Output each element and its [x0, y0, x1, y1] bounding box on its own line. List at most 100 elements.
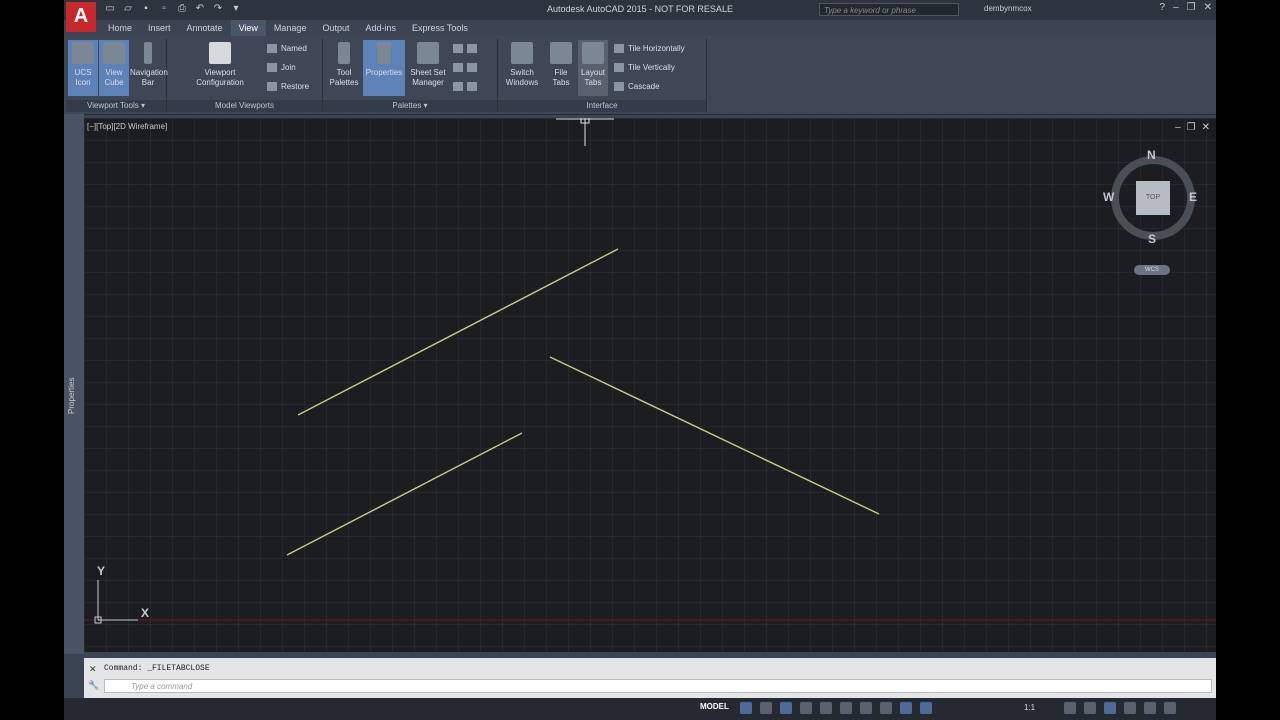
snap-icon[interactable]: [760, 702, 772, 714]
tab-home[interactable]: Home: [100, 20, 140, 36]
model-space-button[interactable]: MODEL: [700, 702, 729, 711]
selection-cycling-icon[interactable]: [900, 702, 912, 714]
lineweight-icon[interactable]: [860, 702, 872, 714]
osnap-icon[interactable]: [820, 702, 832, 714]
ortho-icon[interactable]: [780, 702, 792, 714]
tile-vertically-icon: [614, 63, 624, 73]
help-icon[interactable]: ?: [1160, 2, 1166, 13]
compass-west[interactable]: W: [1103, 190, 1114, 204]
drawing-line-1[interactable]: [297, 248, 619, 416]
status-toggles: [740, 702, 932, 714]
search-input[interactable]: Type a keyword or phrase: [819, 3, 959, 16]
file-tabs-icon: [550, 42, 572, 64]
tab-express-tools[interactable]: Express Tools: [404, 20, 476, 36]
clean-screen-icon[interactable]: [1144, 702, 1156, 714]
customization-menu-icon[interactable]: [1164, 702, 1176, 714]
annotation-visibility-icon[interactable]: [920, 702, 932, 714]
properties-palette-label: Properties: [67, 377, 76, 414]
ucs-icon-button[interactable]: UCS Icon: [68, 40, 98, 96]
annotation-scale[interactable]: 1:1: [1024, 703, 1035, 712]
switch-windows-icon: [511, 42, 533, 64]
layout-tabs-button[interactable]: Layout Tabs: [578, 40, 608, 96]
isolate-objects-icon[interactable]: [1104, 702, 1116, 714]
tile-vertically-button[interactable]: Tile Vertically: [614, 61, 675, 75]
panel-label-model-viewports: Model Viewports: [167, 100, 322, 112]
restore-icon[interactable]: ❐: [1187, 2, 1196, 13]
tab-output[interactable]: Output: [314, 20, 357, 36]
status-bar: MODEL 1:1: [64, 698, 1216, 720]
ucs-y-label: Y: [97, 564, 106, 578]
palette-tool-3[interactable]: [453, 80, 481, 94]
hardware-acceleration-icon[interactable]: [1124, 702, 1136, 714]
navigation-bar-button[interactable]: Navigation Bar: [130, 40, 168, 96]
tab-annotate[interactable]: Annotate: [179, 20, 231, 36]
autocad-window: ▭ ▱ ▪ ▫ ⎙ ↶ ↷ ▾ Autodesk AutoCAD 2015 - …: [64, 0, 1216, 720]
command-history: Command: _FILETABCLOSE: [104, 664, 210, 673]
customize-icon[interactable]: 🔧: [88, 680, 99, 691]
cascade-button[interactable]: Cascade: [614, 80, 660, 94]
status-right-tools: [1064, 702, 1176, 714]
panel-label-palettes[interactable]: Palettes ▾: [323, 100, 497, 112]
properties-icon: [377, 42, 391, 64]
transparency-icon[interactable]: [880, 702, 892, 714]
palette-icon-2: [467, 44, 477, 54]
palette-icon-1: [453, 44, 463, 54]
file-tabs-button[interactable]: File Tabs: [546, 40, 576, 96]
palette-icon-6: [467, 82, 477, 92]
palette-icon-5: [453, 82, 463, 92]
properties-palette-strip[interactable]: Properties: [64, 114, 84, 654]
tile-horizontally-icon: [614, 44, 624, 54]
panel-label-interface: Interface: [498, 100, 706, 112]
tab-view[interactable]: View: [230, 20, 266, 36]
polar-icon[interactable]: [800, 702, 812, 714]
drawing-line-2[interactable]: [549, 356, 880, 515]
tab-insert[interactable]: Insert: [140, 20, 179, 36]
app-menu-button[interactable]: A: [66, 2, 96, 32]
drawing-viewport[interactable]: [−][Top][2D Wireframe] – ❐ ✕ Y X TOP N S…: [84, 118, 1216, 652]
named-button[interactable]: Named: [267, 42, 307, 56]
compass-south[interactable]: S: [1148, 232, 1156, 246]
properties-button[interactable]: Properties: [363, 40, 405, 96]
restore-button[interactable]: Restore: [267, 80, 309, 94]
panel-viewport-tools: UCS Icon View Cube Navigation Bar Viewpo…: [66, 38, 168, 112]
palette-tool-2[interactable]: [453, 61, 481, 75]
window-title: Autodesk AutoCAD 2015 - NOT FOR RESALE: [547, 4, 733, 14]
command-input[interactable]: Type a command: [104, 679, 1212, 693]
switch-windows-button[interactable]: Switch Windows: [502, 40, 542, 96]
otrack-icon[interactable]: [840, 702, 852, 714]
wcs-menu-button[interactable]: WCS: [1134, 265, 1170, 275]
tile-horizontally-button[interactable]: Tile Horizontally: [614, 42, 685, 56]
tool-palettes-button[interactable]: Tool Palettes: [327, 40, 361, 96]
grid-icon[interactable]: [740, 702, 752, 714]
user-name[interactable]: dembynmcox: [984, 4, 1032, 13]
sheet-set-manager-button[interactable]: Sheet Set Manager: [407, 40, 449, 96]
navigation-bar-icon: [144, 42, 152, 64]
panel-interface: Switch Windows File Tabs Layout Tabs Til…: [498, 38, 707, 112]
restore-viewport-icon: [267, 82, 277, 92]
palette-icon-4: [467, 63, 477, 73]
view-cube-top-face[interactable]: TOP: [1136, 181, 1170, 215]
drawing-line-3[interactable]: [286, 432, 523, 556]
tab-manage[interactable]: Manage: [266, 20, 315, 36]
cascade-icon: [614, 82, 624, 92]
compass-north[interactable]: N: [1147, 148, 1156, 162]
command-line-close-icon[interactable]: ✕: [89, 664, 97, 675]
ribbon-tabs: Home Insert Annotate View Manage Output …: [100, 20, 476, 36]
workspace-gear-icon[interactable]: [1064, 702, 1076, 714]
minimize-icon[interactable]: –: [1173, 2, 1179, 13]
join-button[interactable]: Join: [267, 61, 296, 75]
panel-label-viewport-tools[interactable]: Viewport Tools ▾: [66, 100, 166, 112]
command-line: ✕ Command: _FILETABCLOSE 🔧 Type a comman…: [84, 658, 1216, 698]
viewport-configuration-button[interactable]: Viewport Configuration: [185, 40, 255, 96]
join-icon: [267, 63, 277, 73]
ucs-icon: [72, 42, 94, 64]
drawing-canvas: [84, 118, 1216, 624]
view-cube-button[interactable]: View Cube: [99, 40, 129, 96]
tab-add-ins[interactable]: Add-ins: [357, 20, 404, 36]
window-controls: ? – ❐ ✕: [1160, 2, 1212, 13]
layout-tabs-icon: [582, 42, 604, 64]
annotation-monitor-icon[interactable]: [1084, 702, 1096, 714]
close-icon[interactable]: ✕: [1204, 2, 1212, 13]
compass-east[interactable]: E: [1189, 190, 1197, 204]
palette-tool-1[interactable]: [453, 42, 481, 56]
